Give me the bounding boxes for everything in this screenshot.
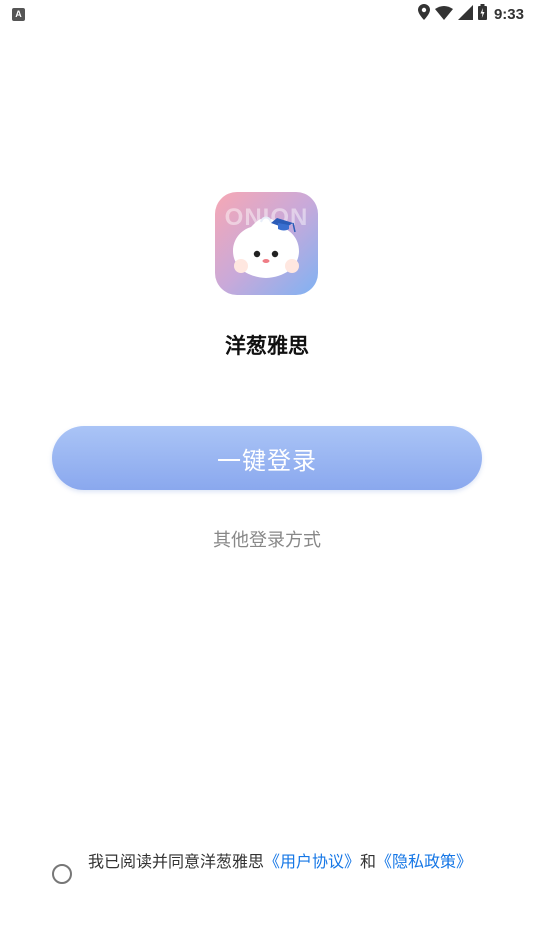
privacy-policy-link[interactable]: 《隐私政策》 [376,852,472,871]
status-time: 9:33 [493,5,524,23]
user-agreement-link[interactable]: 《用户协议》 [264,852,360,871]
status-bar: A 9:33 [0,0,534,30]
agreement-radio[interactable] [52,864,72,884]
agreement-row: 我已阅读并同意洋葱雅思《用户协议》和《隐私政策》 [52,852,492,884]
location-icon [417,4,430,24]
onion-mascot-icon [233,216,299,278]
notification-app-icon: A [12,8,25,21]
status-icons: 9:33 [417,4,524,24]
battery-icon [477,4,487,24]
signal-icon [457,4,473,24]
other-login-methods-link[interactable]: 其他登录方式 [0,526,534,552]
agreement-prefix: 我已阅读并同意洋葱雅思 [88,852,265,871]
wifi-icon [434,5,453,24]
app-name: 洋葱雅思 [225,334,309,358]
one-click-login-button[interactable]: 一键登录 [52,426,482,490]
agreement-conjunction: 和 [360,852,377,871]
agreement-text: 我已阅读并同意洋葱雅思《用户协议》和《隐私政策》 [88,852,488,872]
app-logo: ONION [215,192,318,295]
